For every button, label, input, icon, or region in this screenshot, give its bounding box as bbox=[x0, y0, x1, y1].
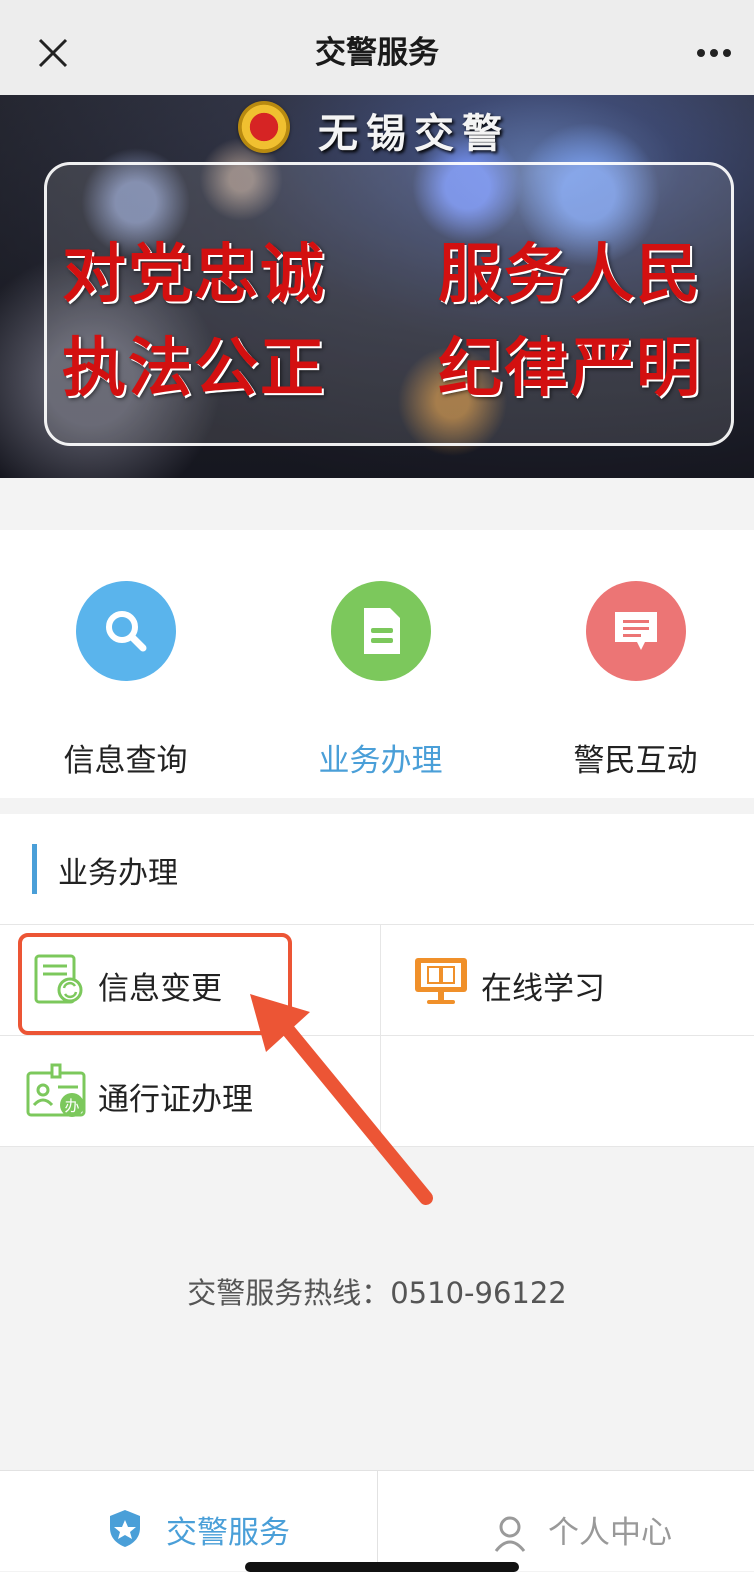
user-icon bbox=[494, 1516, 526, 1552]
nav-icon-circle bbox=[586, 581, 686, 681]
nav-item-info-query[interactable]: 信息查询 bbox=[0, 530, 251, 798]
pointer-arrow-icon bbox=[250, 994, 433, 1205]
nav-item-business[interactable]: 业务办理 bbox=[255, 530, 506, 798]
service-item-label: 在线学习 bbox=[481, 971, 605, 1007]
bottom-tab-bar: 交警服务 个人中心 bbox=[0, 1470, 754, 1571]
banner-brand: 无锡交警 bbox=[318, 110, 510, 157]
banner-slogan: 服务人民 bbox=[438, 237, 702, 312]
home-indicator bbox=[245, 1562, 519, 1572]
section-header: 业务办理 bbox=[0, 814, 754, 925]
svg-text:办: 办 bbox=[64, 1097, 79, 1115]
nav-label: 信息查询 bbox=[63, 743, 188, 779]
pass-card-icon: 办 bbox=[26, 1063, 86, 1117]
tab-personal-center[interactable]: 个人中心 bbox=[377, 1471, 754, 1571]
top-bar: 交警服务 bbox=[0, 0, 754, 95]
search-icon bbox=[106, 611, 147, 652]
document-icon bbox=[364, 608, 400, 654]
banner-slogan: 对党忠诚 bbox=[62, 237, 326, 312]
more-icon[interactable] bbox=[696, 48, 732, 58]
banner-slogan: 执法公正 bbox=[62, 331, 326, 406]
nav-item-interaction[interactable]: 警民互动 bbox=[510, 530, 754, 798]
chat-icon bbox=[615, 612, 657, 650]
nav-label: 警民互动 bbox=[573, 743, 698, 779]
banner-image: 无锡交警 对党忠诚 服务人民 执法公正 纪律严明 bbox=[0, 95, 754, 478]
section-title: 业务办理 bbox=[58, 856, 178, 891]
banner-slogan: 纪律严明 bbox=[438, 331, 702, 406]
police-badge-icon bbox=[110, 1510, 140, 1547]
police-emblem-icon bbox=[238, 101, 290, 153]
page-title: 交警服务 bbox=[315, 35, 439, 71]
service-item-label: 通行证办理 bbox=[98, 1082, 253, 1118]
tab-police-service[interactable]: 交警服务 bbox=[0, 1471, 377, 1571]
category-nav: 信息查询 业务办理 警民互动 bbox=[0, 530, 754, 798]
service-hotline: 交警服务热线：0510-96122 bbox=[187, 1276, 567, 1310]
tab-label: 交警服务 bbox=[166, 1515, 290, 1551]
tab-label: 个人中心 bbox=[548, 1515, 672, 1551]
nav-icon-circle bbox=[331, 581, 431, 681]
section-accent-bar bbox=[32, 844, 37, 894]
nav-label: 业务办理 bbox=[318, 743, 443, 779]
nav-icon-circle bbox=[76, 581, 176, 681]
